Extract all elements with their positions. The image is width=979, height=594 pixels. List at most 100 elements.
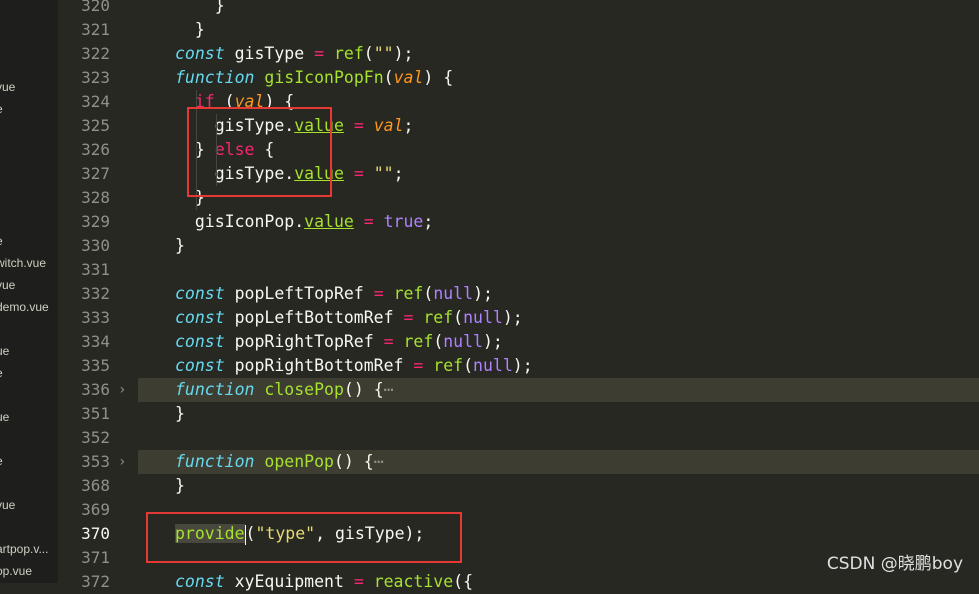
code-text[interactable]: function closePop() {⋯ — [175, 378, 394, 402]
code-token: popLeftTopRef — [224, 284, 374, 303]
sidebar-file-item[interactable]: ue — [0, 344, 9, 358]
code-token: function — [175, 380, 255, 399]
code-text[interactable]: function gisIconPopFn(val) { — [175, 66, 453, 90]
code-token: } — [175, 476, 185, 495]
code-text[interactable]: } — [175, 0, 225, 18]
code-text[interactable]: const gisType = ref(""); — [175, 42, 413, 66]
line-number: 325 — [81, 116, 110, 135]
code-token: ⋯ — [383, 380, 394, 399]
code-line[interactable]: 321 } — [58, 18, 979, 42]
code-line[interactable]: 368} — [58, 474, 979, 498]
code-line[interactable]: 329 gisIconPop.value = true; — [58, 210, 979, 234]
code-token: null — [463, 308, 503, 327]
code-token: = — [403, 308, 414, 327]
code-token: val — [373, 116, 404, 135]
fold-chevron-icon[interactable]: › — [118, 378, 126, 402]
sidebar-file-item[interactable]: demo.vue — [0, 300, 49, 314]
line-number: 335 — [81, 356, 110, 375]
code-line[interactable]: 351} — [58, 402, 979, 426]
code-token: ( — [433, 332, 444, 351]
line-number: 336 — [81, 380, 110, 399]
sidebar-file-item[interactable]: op.vue — [0, 564, 32, 578]
code-text[interactable]: const popRightBottomRef = ref(null); — [175, 354, 533, 378]
sidebar-file-item[interactable]: vue — [0, 498, 15, 512]
code-token: ) { — [423, 68, 454, 87]
code-text[interactable]: } — [175, 402, 185, 426]
code-line[interactable]: 332 const popLeftTopRef = ref(null); — [58, 282, 979, 306]
code-token: ({ — [453, 572, 474, 591]
code-line[interactable]: 334 const popRightTopRef = ref(null); — [58, 330, 979, 354]
line-number: 370 — [81, 524, 110, 543]
line-number: 323 — [81, 68, 110, 87]
sidebar-file-item[interactable]: ue — [0, 410, 9, 424]
code-token: gisType — [224, 44, 315, 63]
code-text[interactable]: const xyEquipment = reactive({ — [175, 570, 473, 594]
code-line[interactable]: 320 } — [58, 0, 979, 18]
code-text[interactable]: function openPop() {⋯ — [175, 450, 384, 474]
fold-chevron-icon[interactable]: › — [118, 450, 126, 474]
code-token: () { — [343, 380, 384, 399]
sidebar-file-item[interactable]: artpop.v... — [0, 542, 48, 556]
code-token: ); — [502, 308, 523, 327]
code-token: const — [175, 356, 225, 375]
code-line[interactable]: 323 function gisIconPopFn(val) { — [58, 66, 979, 90]
code-token: closePop — [264, 380, 344, 399]
code-token: const — [175, 572, 225, 591]
sidebar-file-item[interactable]: e — [0, 234, 3, 248]
code-line[interactable]: 322 const gisType = ref(""); — [58, 42, 979, 66]
sidebar-file-item[interactable]: vue — [0, 80, 15, 94]
sidebar-file-item[interactable]: witch.vue — [0, 256, 46, 270]
line-number: 321 — [81, 20, 110, 39]
line-number: 372 — [81, 572, 110, 591]
code-text[interactable]: const popLeftTopRef = ref(null); — [175, 282, 493, 306]
code-line[interactable]: 331 — [58, 258, 979, 282]
code-token: ( — [453, 308, 464, 327]
code-text[interactable]: } — [175, 234, 185, 258]
code-text[interactable]: } — [175, 18, 205, 42]
code-token: value — [304, 212, 354, 231]
code-token: null — [433, 284, 474, 303]
code-token: function — [175, 452, 255, 471]
code-token: ref — [403, 332, 434, 351]
code-token: popLeftBottomRef — [224, 308, 404, 327]
code-token: const — [175, 332, 225, 351]
code-text[interactable]: gisIconPop.value = true; — [175, 210, 433, 234]
code-text[interactable]: const popRightTopRef = ref(null); — [175, 330, 503, 354]
sidebar-file-item[interactable]: e — [0, 102, 3, 116]
code-line[interactable]: 330} — [58, 234, 979, 258]
code-token: ( — [423, 284, 434, 303]
line-number: 322 — [81, 44, 110, 63]
code-editor[interactable]: 320 } 321 } 322 const gisType = ref(""); 323… — [58, 0, 979, 591]
code-token: = — [413, 356, 424, 375]
code-token: ; — [403, 116, 414, 135]
sidebar-file-item[interactable]: vue — [0, 278, 15, 292]
code-token: ); — [393, 44, 414, 63]
code-token: = — [314, 44, 325, 63]
line-number: 371 — [81, 548, 110, 567]
code-token: = — [353, 164, 364, 183]
code-text[interactable]: } — [175, 474, 185, 498]
code-line[interactable]: 352 — [58, 426, 979, 450]
code-token: ⋯ — [373, 452, 384, 471]
code-token: = — [353, 116, 364, 135]
code-token: xyEquipment — [224, 572, 354, 591]
line-number: 353 — [81, 452, 110, 471]
code-token: popRightTopRef — [224, 332, 384, 351]
code-line[interactable]: 353 › function openPop() {⋯ — [58, 450, 979, 474]
sidebar-file-item[interactable]: e — [0, 454, 3, 468]
line-number: 352 — [81, 428, 110, 447]
line-number: 369 — [81, 500, 110, 519]
sidebar-file-item[interactable]: e — [0, 366, 3, 380]
code-token: openPop — [264, 452, 334, 471]
code-token: gisIconPop. — [175, 212, 305, 231]
code-line[interactable]: 335 const popRightBottomRef = ref(null); — [58, 354, 979, 378]
code-line[interactable]: 333 const popLeftBottomRef = ref(null); — [58, 306, 979, 330]
code-text[interactable]: const popLeftBottomRef = ref(null); — [175, 306, 523, 330]
line-number: 328 — [81, 188, 110, 207]
code-line[interactable]: 336 › function closePop() {⋯ — [58, 378, 979, 402]
